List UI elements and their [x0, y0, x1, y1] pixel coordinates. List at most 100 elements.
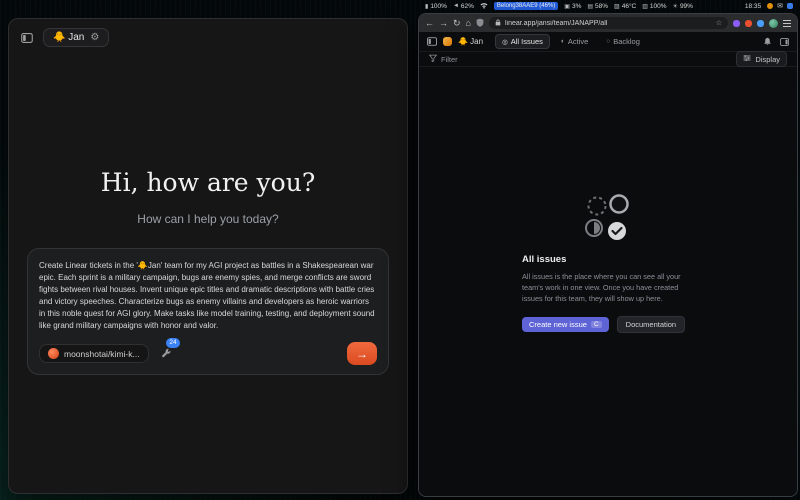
- extension-icon[interactable]: [733, 20, 740, 27]
- brightness-value: 99%: [680, 3, 693, 10]
- create-new-issue-button[interactable]: Create new issue C: [522, 317, 609, 332]
- empty-state-description: All issues is the place where you can se…: [522, 271, 694, 305]
- browser-menu-icon[interactable]: [783, 20, 791, 27]
- all-issues-icon: ◎: [502, 38, 508, 46]
- disk-indicator: ▥ 100%: [642, 3, 666, 10]
- linear-content: All issues All issues is the place where…: [419, 67, 797, 496]
- network-badge[interactable]: Belong38AAE9 (46%): [494, 2, 558, 10]
- empty-state-actions: Create new issue C Documentation: [522, 316, 694, 333]
- battery-value: 100%: [430, 3, 447, 10]
- tools-count-badge: 24: [166, 338, 179, 349]
- chat-input-footer: moonshotai/kimi-k... 24 →: [39, 342, 377, 365]
- brightness-indicator: ☀ 99%: [673, 3, 693, 10]
- gear-icon[interactable]: ⚙: [90, 32, 99, 43]
- cpu-indicator: ▣ 3%: [564, 3, 581, 10]
- memory-indicator: ▤ 58%: [587, 3, 608, 10]
- shield-icon[interactable]: [476, 18, 484, 29]
- volume-icon: ◄: [453, 3, 459, 9]
- battery-icon: ▮: [425, 3, 428, 10]
- reload-icon[interactable]: ↻: [453, 19, 461, 28]
- tray-notification-icon[interactable]: [767, 3, 773, 9]
- disk-icon: ▥: [642, 3, 648, 10]
- header-actions: [763, 37, 789, 46]
- volume-indicator: ◄ 62%: [453, 3, 474, 10]
- team-label: 🐥 Jan: [53, 32, 84, 43]
- extension-icon[interactable]: [757, 20, 764, 27]
- browser-toolbar: ← → ↻ ⌂ linear.app/jansi/team/JANAPP/all…: [419, 14, 797, 32]
- model-selector[interactable]: moonshotai/kimi-k...: [39, 344, 149, 363]
- chat-titlebar: 🐥 Jan ⚙: [9, 19, 407, 56]
- sliders-icon: [743, 54, 751, 64]
- empty-state-title: All issues: [522, 254, 694, 265]
- temperature-indicator: ▨ 46°C: [614, 3, 636, 10]
- tab-label: Backlog: [613, 37, 640, 46]
- tab-label: All Issues: [511, 37, 543, 46]
- forward-icon[interactable]: →: [439, 19, 448, 28]
- create-issue-label: Create new issue: [529, 320, 587, 329]
- empty-state: All issues All issues is the place where…: [522, 194, 694, 334]
- cpu-value: 3%: [572, 3, 581, 10]
- send-arrow-icon: →: [356, 347, 368, 361]
- clock: 18:35: [745, 3, 761, 10]
- issue-status-illustration: [580, 194, 636, 242]
- system-tray: ✉: [767, 2, 793, 10]
- extension-icon[interactable]: [745, 20, 752, 27]
- notifications-bell-icon[interactable]: [763, 37, 772, 46]
- brightness-icon: ☀: [673, 3, 678, 10]
- tab-all-issues[interactable]: ◎ All Issues: [495, 34, 550, 49]
- greeting-subtitle: How can I help you today?: [9, 212, 407, 226]
- address-bar[interactable]: linear.app/jansi/team/JANAPP/all ☆: [489, 17, 728, 29]
- tab-label: Active: [568, 37, 588, 46]
- display-button[interactable]: Display: [736, 51, 787, 67]
- system-status-bar: ▮ 100% ◄ 62% Belong38AAE9 (46%) ▣ 3% ▤ 5…: [420, 0, 798, 12]
- memory-value: 58%: [595, 3, 608, 10]
- chat-input[interactable]: Create Linear tickets in the '🐥Jan' team…: [39, 260, 377, 332]
- active-icon: ◐: [561, 38, 565, 45]
- linear-sidebar-toggle-icon[interactable]: [427, 37, 437, 46]
- workspace-avatar[interactable]: [443, 37, 452, 46]
- thermometer-icon: ▨: [614, 3, 620, 10]
- documentation-button[interactable]: Documentation: [617, 316, 685, 333]
- temperature-value: 46°C: [622, 3, 637, 10]
- chat-input-card[interactable]: Create Linear tickets in the '🐥Jan' team…: [27, 248, 389, 375]
- disk-value: 100%: [650, 3, 667, 10]
- linear-header: 🐥 Jan ◎ All Issues ◐ Active ○ Backlog: [419, 32, 797, 51]
- cpu-icon: ▣: [564, 3, 570, 10]
- shortcut-key-badge: C: [591, 321, 602, 328]
- team-selector[interactable]: 🐥 Jan ⚙: [43, 28, 109, 47]
- backlog-icon: ○: [606, 38, 610, 45]
- back-icon[interactable]: ←: [425, 19, 434, 28]
- display-label: Display: [755, 55, 780, 64]
- tools-button[interactable]: 24: [161, 345, 171, 363]
- filter-bar: Filter Display: [419, 51, 797, 67]
- sidebar-toggle-icon[interactable]: [21, 33, 33, 43]
- filter-icon: [429, 54, 437, 64]
- bookmark-star-icon[interactable]: ☆: [716, 19, 722, 27]
- chat-window: 🐥 Jan ⚙ Hi, how are you? How can I help …: [8, 18, 408, 494]
- wifi-icon: [480, 2, 488, 11]
- desktop: 🐥 Jan ⚙ Hi, how are you? How can I help …: [0, 0, 800, 500]
- filter-label: Filter: [441, 55, 458, 64]
- battery-indicator: ▮ 100%: [425, 3, 447, 10]
- tab-active[interactable]: ◐ Active: [554, 34, 595, 49]
- mail-icon[interactable]: ✉: [777, 2, 783, 10]
- memory-icon: ▤: [587, 3, 593, 10]
- volume-value: 62%: [461, 3, 474, 10]
- right-panel-icon[interactable]: [780, 38, 789, 46]
- model-logo-icon: [48, 348, 59, 359]
- view-tabs: ◎ All Issues ◐ Active ○ Backlog: [495, 34, 647, 49]
- url-text: linear.app/jansi/team/JANAPP/all: [505, 20, 607, 27]
- model-label: moonshotai/kimi-k...: [64, 349, 140, 359]
- team-breadcrumb[interactable]: 🐥 Jan: [458, 37, 483, 46]
- send-button[interactable]: →: [347, 342, 377, 365]
- filter-button[interactable]: Filter: [429, 54, 458, 64]
- profile-avatar[interactable]: [769, 19, 778, 28]
- lock-icon: [495, 19, 501, 28]
- linear-app: 🐥 Jan ◎ All Issues ◐ Active ○ Backlog: [419, 32, 797, 496]
- tab-backlog[interactable]: ○ Backlog: [599, 34, 647, 49]
- browser-window: ← → ↻ ⌂ linear.app/jansi/team/JANAPP/all…: [418, 13, 798, 497]
- home-icon[interactable]: ⌂: [466, 19, 471, 28]
- greeting-title: Hi, how are you?: [9, 168, 407, 197]
- tray-app-icon[interactable]: [787, 3, 793, 9]
- chat-welcome: Hi, how are you? How can I help you toda…: [9, 168, 407, 226]
